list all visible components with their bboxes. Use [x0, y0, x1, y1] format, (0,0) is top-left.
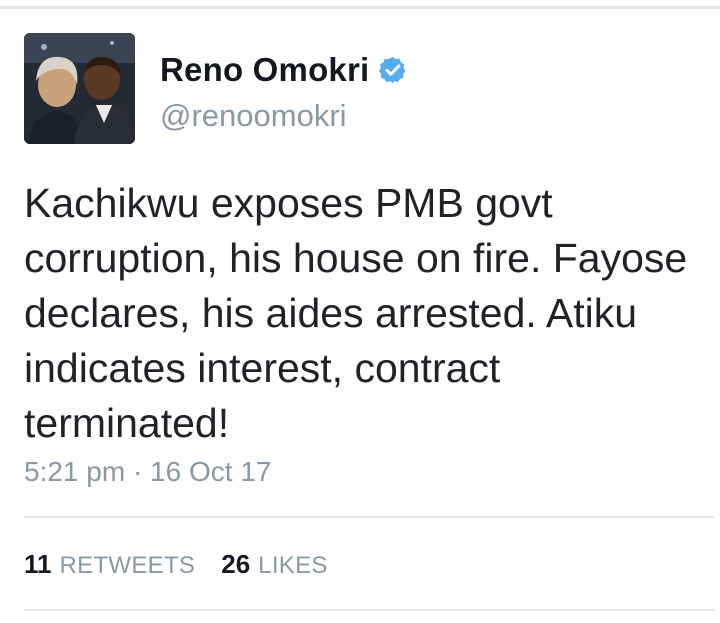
avatar-photo [24, 33, 135, 144]
divider-bottom-stats [24, 609, 714, 611]
tweet-stats: 11 RETWEETS 26 LIKES [24, 549, 354, 580]
display-name[interactable]: Reno Omokri [160, 51, 369, 89]
retweets-stat[interactable]: 11 RETWEETS [24, 549, 195, 580]
retweets-count: 11 [24, 549, 52, 579]
likes-stat[interactable]: 26 LIKES [221, 549, 327, 580]
verified-badge-icon [378, 55, 408, 85]
top-divider [0, 6, 720, 9]
likes-label: LIKES [258, 552, 328, 579]
avatar[interactable] [24, 33, 135, 144]
retweets-label: RETWEETS [59, 552, 196, 579]
likes-count: 26 [221, 549, 251, 579]
tweet-header: Reno Omokri @renoomokri [160, 48, 408, 134]
name-row: Reno Omokri [160, 48, 408, 92]
tweet-card: Reno Omokri @renoomokri Kachikwu exposes… [0, 0, 720, 623]
tweet-text: Kachikwu exposes PMB govt corruption, hi… [24, 180, 688, 446]
divider-top-stats [24, 516, 714, 518]
user-handle[interactable]: @renoomokri [160, 98, 408, 134]
tweet-timestamp[interactable]: 5:21 pm · 16 Oct 17 [24, 456, 271, 488]
